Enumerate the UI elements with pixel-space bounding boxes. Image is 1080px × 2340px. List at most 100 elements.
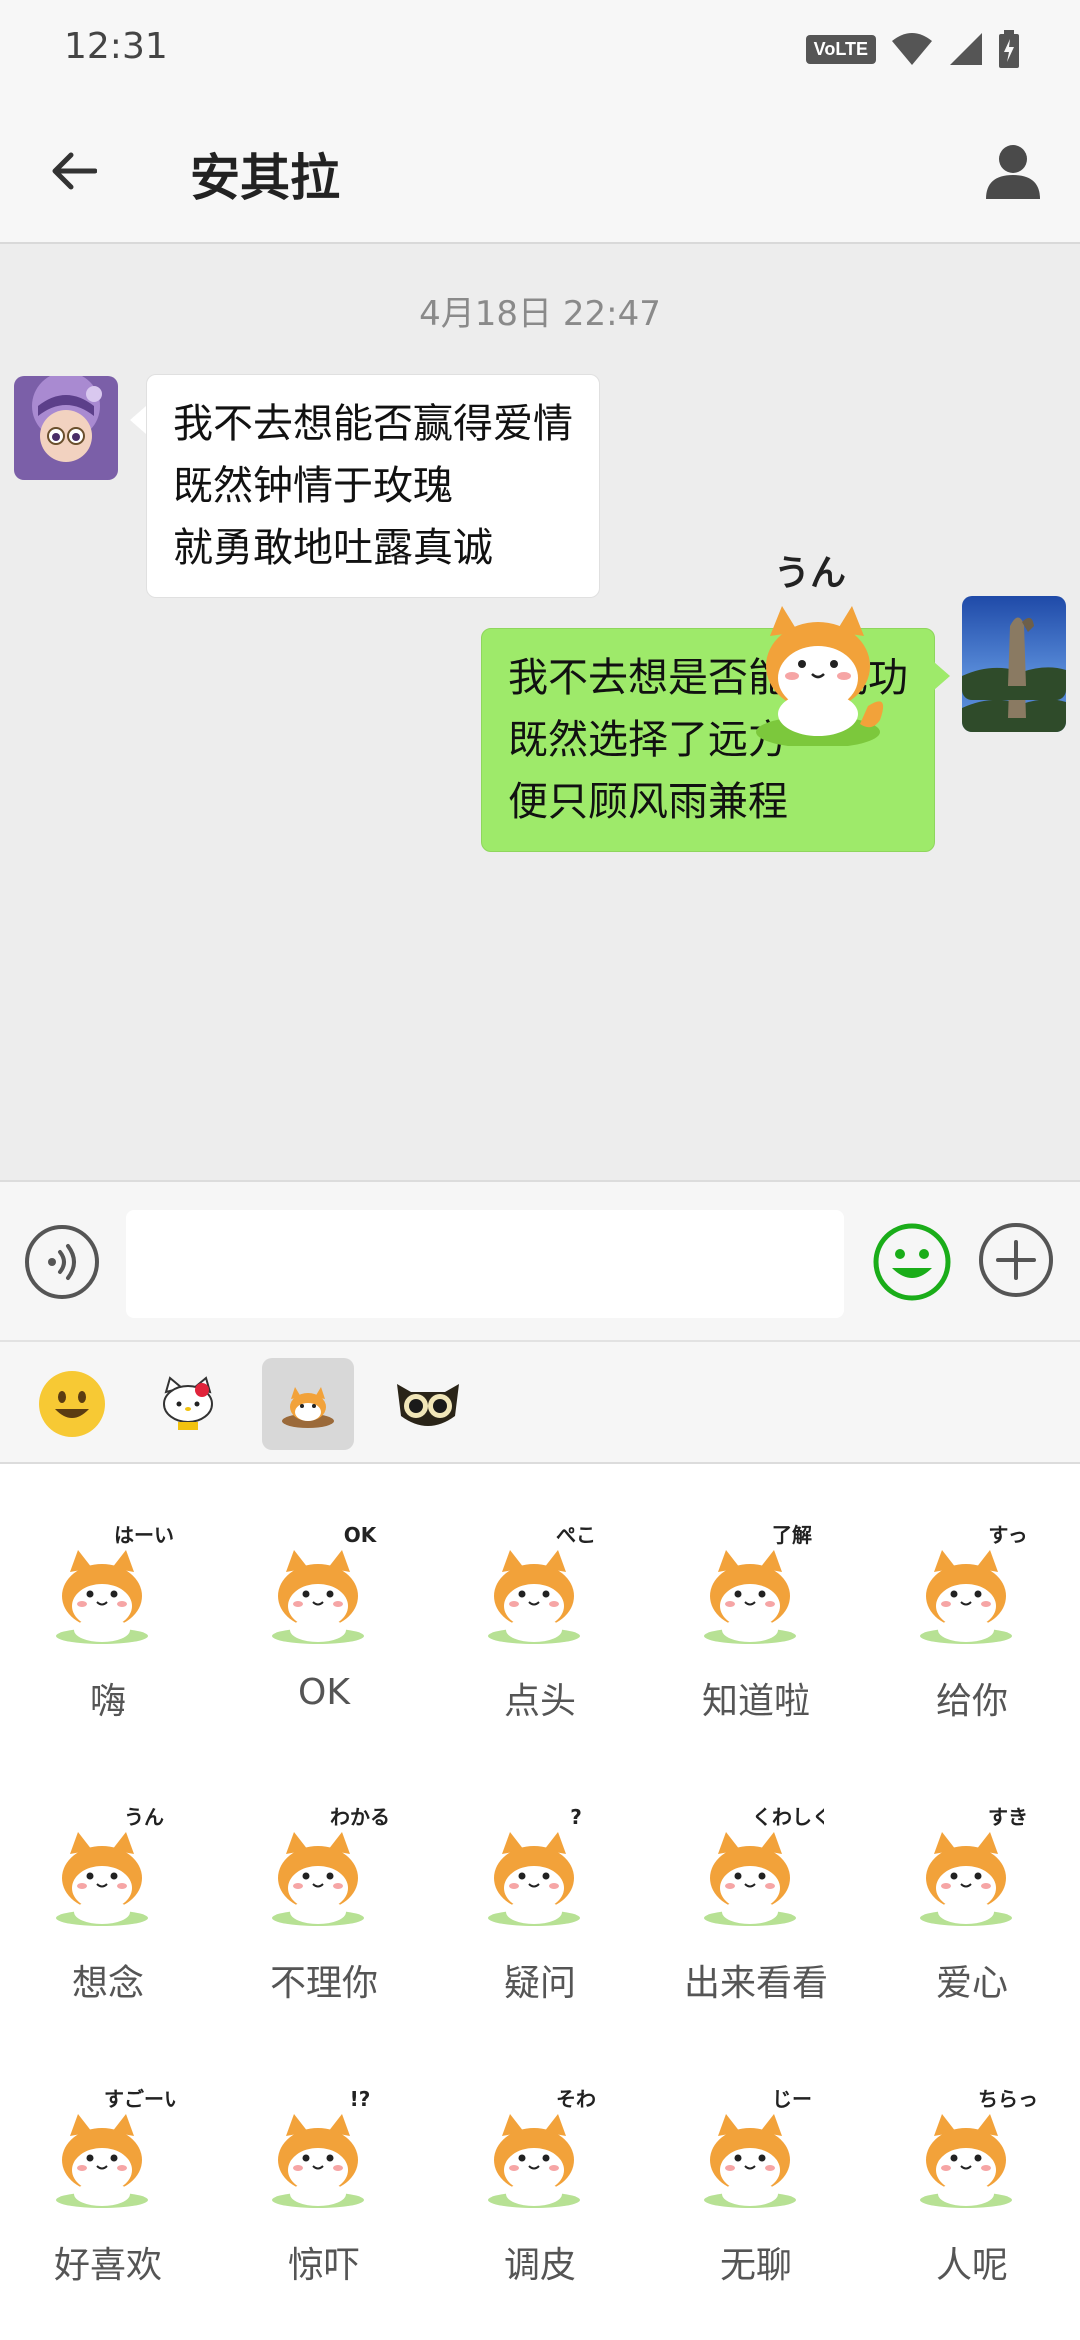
incoming-message-bubble[interactable]: 我不去想能否赢得爱情 既然钟情于玫瑰 就勇敢地吐露真诚 [146, 374, 600, 598]
smiley-icon [873, 1223, 951, 1301]
shiba-sticker-image: すごーい [56, 2087, 176, 2208]
shiba-sticker-image: 了解 [704, 1523, 812, 1644]
sticker-label: 无聊 [719, 2245, 792, 2286]
smiley-face-icon [39, 1371, 105, 1437]
battery-icon [999, 30, 1019, 68]
contact-avatar[interactable] [14, 376, 118, 480]
sticker-label: 嗨 [89, 1681, 126, 1722]
sticker-art-text: ちらっ [978, 2087, 1038, 2111]
shiba-sticker-image: そわ [488, 2087, 596, 2208]
sticker-label: 人呢 [935, 2245, 1008, 2286]
voice-icon [25, 1225, 99, 1299]
sticker-label: 爱心 [935, 1963, 1008, 2004]
sticker-label: 调皮 [503, 2245, 576, 2286]
sticker-label: 惊吓 [287, 2245, 360, 2286]
plus-icon [979, 1223, 1053, 1297]
sticker-item[interactable]: すごーい好喜欢 [0, 2028, 216, 2310]
sticker-item[interactable]: ちらっ人呢 [864, 2028, 1080, 2310]
sticker-art-text: うん [124, 1805, 164, 1829]
sticker-item[interactable]: !? 惊吓 [216, 2028, 432, 2310]
sticker-art-text: すっ [988, 1523, 1027, 1547]
sticker-item[interactable]: わかる不理你 [216, 1746, 432, 2028]
shiba-sticker-image: わかる [272, 1805, 390, 1926]
shiba-sticker-image: ? [488, 1805, 582, 1926]
sticker-label: 好喜欢 [53, 2245, 162, 2286]
owl-icon [397, 1384, 459, 1426]
sticker-art-text: 了解 [772, 1523, 812, 1547]
sticker-item[interactable]: すっ 给你 [864, 1464, 1080, 1746]
chat-info-button[interactable] [976, 134, 1050, 208]
sticker-art-text: そわ [556, 2087, 596, 2111]
sticker-label: 出来看看 [683, 1963, 828, 2004]
sticker-label: OK [298, 1672, 350, 1713]
tab-hello-kitty[interactable] [142, 1358, 234, 1450]
bubble-tail [130, 406, 146, 434]
sticker-item[interactable]: くわしく出来看看 [648, 1746, 864, 2028]
chat-title: 安其拉 [190, 149, 340, 207]
my-avatar[interactable] [962, 596, 1066, 700]
shiba-sticker-image: !? [272, 2087, 371, 2208]
sticker-art-text: わかる [330, 1805, 390, 1829]
tab-shiba-pack[interactable] [262, 1358, 354, 1450]
sticker-label: 想念 [71, 1963, 144, 2004]
sticker-item[interactable]: じー 无聊 [648, 2028, 864, 2310]
message-line: 就勇敢地吐露真诚 [173, 525, 493, 571]
sticker-label: 疑问 [503, 1963, 576, 2004]
message-line: 便只顾风雨兼程 [508, 779, 788, 825]
sticker-label: 不理你 [269, 1963, 378, 2004]
sticker-item[interactable]: うん想念 [0, 1746, 216, 2028]
shiba-sticker-image: くわしく [704, 1805, 824, 1926]
status-bar: 12:31 VoLTE [0, 0, 1080, 96]
sticker-art-text: !? [350, 2087, 371, 2111]
sticker-grid: はーい嗨 OK OK ぺこ 点头 了解 知道啦 すっ 给你 うん 想念 わかる 不理你? 疑问 くわしく 出来… [0, 1464, 1080, 2340]
emoji-button[interactable] [872, 1222, 952, 1302]
message-line: 既然钟情于玫瑰 [173, 463, 453, 509]
tab-owl-pack[interactable] [382, 1358, 474, 1450]
shiba-sticker-image: ちらっ [920, 2087, 1038, 2208]
message-timestamp: 4月18日 22:47 [419, 294, 661, 334]
shiba-sticker-image: すっ [920, 1523, 1028, 1644]
sticker-art-text: ぺこ [556, 1523, 596, 1547]
sticker-art-text: はーい [114, 1523, 174, 1547]
message-line: 我不去想能否赢得爱情 [173, 401, 573, 447]
message-input[interactable] [126, 1210, 844, 1318]
input-bar [0, 1180, 1080, 1340]
sent-sticker[interactable]: うん [740, 553, 910, 748]
shiba-sticker-image: OK [272, 1523, 378, 1644]
voice-input-button[interactable] [24, 1224, 100, 1300]
chat-header: 安其拉 [0, 96, 1080, 244]
sticker-art-text: OK [344, 1523, 378, 1547]
shiba-sticker-image: ぺこ [488, 1523, 596, 1644]
signal-icon [950, 33, 982, 65]
person-icon [986, 145, 1040, 199]
sticker-art-text: すごーい [104, 2087, 176, 2111]
more-options-button[interactable] [978, 1222, 1054, 1298]
sticker-item[interactable]: すき爱心 [864, 1746, 1080, 2028]
bubble-tail [934, 662, 950, 690]
shiba-sticker-image: じー [704, 2087, 812, 2208]
sticker-art-text: すき [988, 1805, 1028, 1829]
sticker-item[interactable]: 了解知道啦 [648, 1464, 864, 1746]
sticker-item[interactable]: はーい嗨 [0, 1464, 216, 1746]
shiba-sticker-image: うん [56, 1805, 164, 1926]
sticker-item[interactable]: ぺこ点头 [432, 1464, 648, 1746]
sticker-caption: うん [774, 553, 847, 594]
sticker-art-text: くわしく [752, 1805, 824, 1829]
sticker-pack-tabs [0, 1340, 1080, 1464]
back-button[interactable] [38, 136, 108, 206]
message-list[interactable]: 4月18日 22:47 我不去想能否赢得爱情 既然钟情于玫瑰 就勇敢地吐露真诚 … [0, 244, 1080, 1180]
hello-kitty-icon [163, 1376, 213, 1430]
volte-badge: VoLTE [805, 34, 876, 64]
shiba-sticker-image: すき [920, 1805, 1028, 1926]
status-time: 12:31 [64, 26, 168, 67]
tab-emoji[interactable] [26, 1358, 118, 1450]
shiba-pack-icon [282, 1387, 334, 1428]
sticker-art-text: ? [570, 1805, 582, 1829]
sticker-label: 知道啦 [701, 1681, 810, 1722]
wifi-icon [892, 33, 932, 65]
sticker-item[interactable]: そわ调皮 [432, 2028, 648, 2310]
status-icons: VoLTE [805, 30, 1020, 68]
sticker-item[interactable]: ? 疑问 [432, 1746, 648, 2028]
sticker-label: 点头 [503, 1681, 576, 1722]
sticker-item[interactable]: OK OK [216, 1464, 432, 1746]
